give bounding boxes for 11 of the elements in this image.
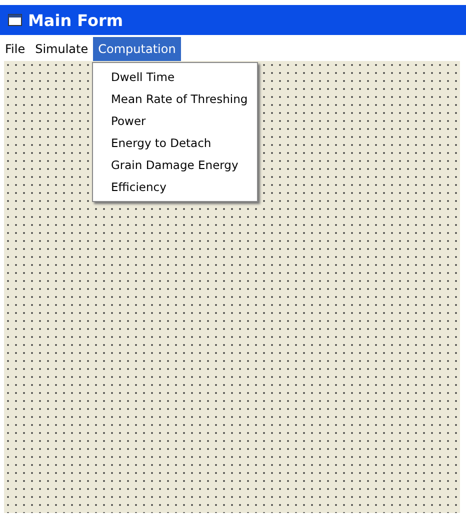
window-title: Main Form xyxy=(28,10,123,30)
menu-option[interactable]: Energy to Detach xyxy=(93,132,257,154)
menu-option[interactable]: Power xyxy=(93,110,257,132)
menu-option[interactable]: Efficiency xyxy=(93,176,257,198)
menu-option[interactable]: Mean Rate of Threshing xyxy=(93,88,257,110)
menu-item[interactable]: Simulate xyxy=(30,37,94,61)
menu-option[interactable]: Grain Damage Energy xyxy=(93,154,257,176)
form-icon xyxy=(8,14,22,26)
menu-item[interactable]: Computation xyxy=(93,37,181,61)
menu-option[interactable]: Dwell Time xyxy=(93,66,257,88)
menu-item[interactable]: File xyxy=(0,37,30,61)
